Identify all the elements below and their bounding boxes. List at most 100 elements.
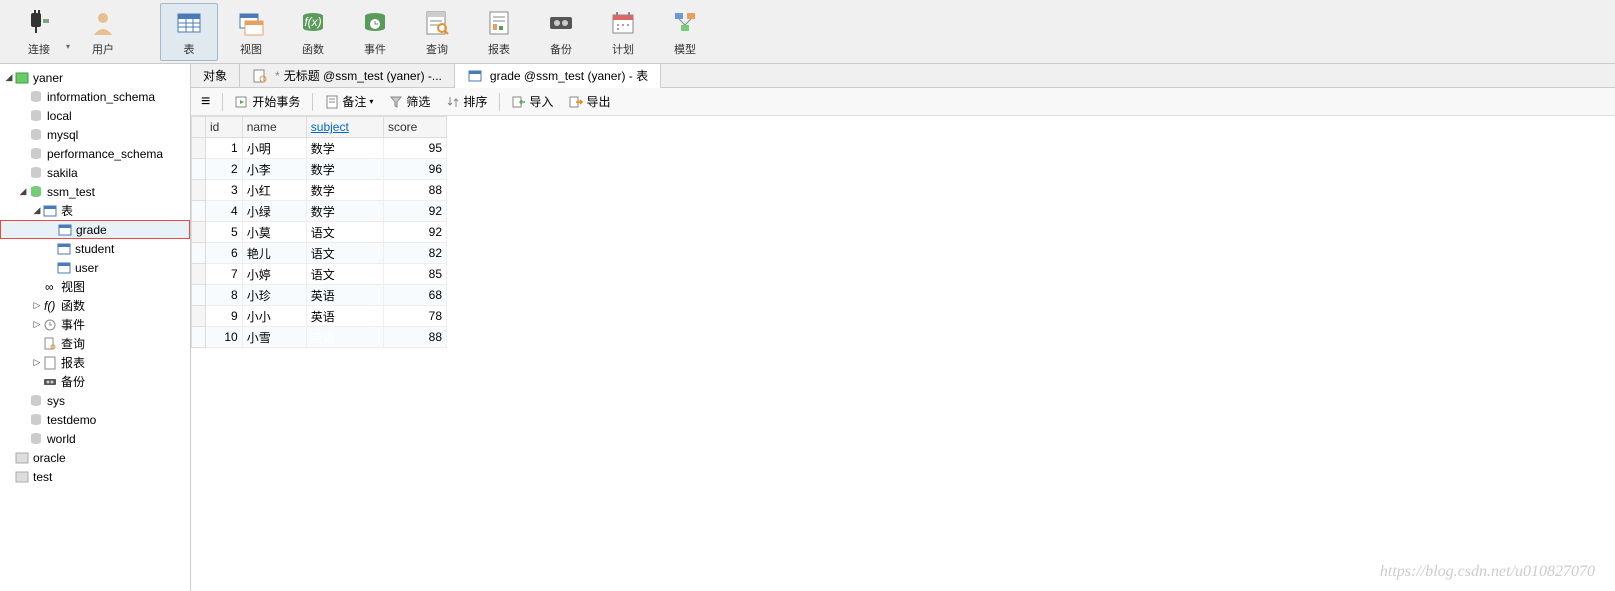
tree-label: world (47, 432, 76, 446)
toolbar-connect[interactable]: 连接 (10, 3, 68, 61)
tree-database[interactable]: ▸ information_schema (0, 87, 190, 106)
tree-database[interactable]: ▸ world (0, 429, 190, 448)
export-button[interactable]: 导出 (565, 91, 614, 112)
cell-subject[interactable]: 数学 (306, 180, 383, 201)
tree-table-grade[interactable]: grade (0, 220, 190, 239)
cell-subject[interactable]: 英语 (306, 327, 383, 348)
cell-id[interactable]: 3 (206, 180, 243, 201)
cell-score[interactable]: 88 (384, 180, 447, 201)
cell-score[interactable]: 92 (384, 201, 447, 222)
toolbar-report[interactable]: 报表 (470, 3, 528, 61)
cell-subject[interactable]: 语文 (306, 243, 383, 264)
column-header-subject[interactable]: subject (306, 117, 383, 138)
tree-tables-folder[interactable]: ◢ 表 (0, 201, 190, 220)
tab-objects[interactable]: 对象 (191, 64, 240, 87)
tab-query-untitled[interactable]: * 无标题 @ssm_test (yaner) -... (240, 64, 455, 87)
tree-database[interactable]: ▸ sys (0, 391, 190, 410)
cell-subject[interactable]: 数学 (306, 201, 383, 222)
cell-subject[interactable]: 英语 (306, 285, 383, 306)
table-row[interactable]: 10小雪英语88 (192, 327, 447, 348)
toolbar-event[interactable]: 事件 (346, 3, 404, 61)
cell-name[interactable]: 小李 (242, 159, 306, 180)
cell-score[interactable]: 82 (384, 243, 447, 264)
toolbar-user[interactable]: 用户 (74, 3, 132, 61)
tree-connection[interactable]: ◢ yaner (0, 68, 190, 87)
memo-button[interactable]: 备注 ▾ (321, 91, 377, 112)
column-header-name[interactable]: name (242, 117, 306, 138)
filter-button[interactable]: 筛选 (385, 91, 434, 112)
tree-database[interactable]: ▸ sakila (0, 163, 190, 182)
cell-score[interactable]: 96 (384, 159, 447, 180)
cell-id[interactable]: 10 (206, 327, 243, 348)
tree-database[interactable]: ▸ local (0, 106, 190, 125)
data-grid[interactable]: idnamesubjectscore 1小明数学95 2小李数学96 3小红数学… (191, 116, 447, 348)
cell-id[interactable]: 4 (206, 201, 243, 222)
cell-score[interactable]: 92 (384, 222, 447, 243)
tree-database-open[interactable]: ◢ ssm_test (0, 182, 190, 201)
tree-node-query[interactable]: 查询 (0, 334, 190, 353)
toolbar-backup[interactable]: 备份 (532, 3, 590, 61)
import-button[interactable]: 导入 (508, 91, 557, 112)
cell-id[interactable]: 2 (206, 159, 243, 180)
cell-name[interactable]: 小绿 (242, 201, 306, 222)
table-row[interactable]: 3小红数学88 (192, 180, 447, 201)
cell-id[interactable]: 1 (206, 138, 243, 159)
toolbar-view[interactable]: 视图 (222, 3, 280, 61)
cell-name[interactable]: 小婷 (242, 264, 306, 285)
cell-score[interactable]: 78 (384, 306, 447, 327)
table-row[interactable]: 7小婷语文85 (192, 264, 447, 285)
cell-name[interactable]: 艳儿 (242, 243, 306, 264)
tree-database[interactable]: ▸ performance_schema (0, 144, 190, 163)
tree-table-user[interactable]: user (0, 258, 190, 277)
cell-subject[interactable]: 语文 (306, 264, 383, 285)
cell-name[interactable]: 小红 (242, 180, 306, 201)
cell-name[interactable]: 小小 (242, 306, 306, 327)
cell-score[interactable]: 68 (384, 285, 447, 306)
cell-subject[interactable]: 语文 (306, 222, 383, 243)
tree-node-fx[interactable]: ▷ f() 函数 (0, 296, 190, 315)
cell-subject[interactable]: 数学 (306, 138, 383, 159)
menu-button[interactable]: ≡ (197, 91, 214, 113)
tree-node-report[interactable]: ▷ 报表 (0, 353, 190, 372)
table-row[interactable]: 6艳儿语文82 (192, 243, 447, 264)
cell-id[interactable]: 8 (206, 285, 243, 306)
column-header-id[interactable]: id (206, 117, 243, 138)
table-row[interactable]: 2小李数学96 (192, 159, 447, 180)
tree-database[interactable]: ▸ testdemo (0, 410, 190, 429)
cell-name[interactable]: 小莫 (242, 222, 306, 243)
table-row[interactable]: 1小明数学95 (192, 138, 447, 159)
cell-subject[interactable]: 数学 (306, 159, 383, 180)
column-header-score[interactable]: score (384, 117, 447, 138)
tree-node-backup[interactable]: 备份 (0, 372, 190, 391)
toolbar-query[interactable]: 查询 (408, 3, 466, 61)
tab-grade-table[interactable]: grade @ssm_test (yaner) - 表 (455, 64, 661, 88)
tree-database[interactable]: ▸ mysql (0, 125, 190, 144)
tree-connection-closed[interactable]: test (0, 467, 190, 486)
begin-transaction-button[interactable]: 开始事务 (231, 91, 304, 112)
cell-score[interactable]: 88 (384, 327, 447, 348)
cell-name[interactable]: 小雪 (242, 327, 306, 348)
tree-connection-closed[interactable]: oracle (0, 448, 190, 467)
table-row[interactable]: 8小珍英语68 (192, 285, 447, 306)
cell-subject[interactable]: 英语 (306, 306, 383, 327)
cell-name[interactable]: 小珍 (242, 285, 306, 306)
cell-id[interactable]: 6 (206, 243, 243, 264)
cell-score[interactable]: 95 (384, 138, 447, 159)
table-row[interactable]: 9小小英语78 (192, 306, 447, 327)
tree-table-student[interactable]: student (0, 239, 190, 258)
sort-button[interactable]: 排序 (442, 91, 491, 112)
cell-id[interactable]: 9 (206, 306, 243, 327)
cell-id[interactable]: 7 (206, 264, 243, 285)
cell-score[interactable]: 85 (384, 264, 447, 285)
dropdown-icon[interactable]: ▾ (66, 42, 70, 51)
table-row[interactable]: 5小莫语文92 (192, 222, 447, 243)
tree-node-event[interactable]: ▷ 事件 (0, 315, 190, 334)
cell-id[interactable]: 5 (206, 222, 243, 243)
tree-node-view[interactable]: ∞ 视图 (0, 277, 190, 296)
table-row[interactable]: 4小绿数学92 (192, 201, 447, 222)
toolbar-schedule[interactable]: 计划 (594, 3, 652, 61)
toolbar-function[interactable]: f(x) 函数 (284, 3, 342, 61)
toolbar-model[interactable]: 模型 (656, 3, 714, 61)
cell-name[interactable]: 小明 (242, 138, 306, 159)
toolbar-table[interactable]: 表 (160, 3, 218, 61)
